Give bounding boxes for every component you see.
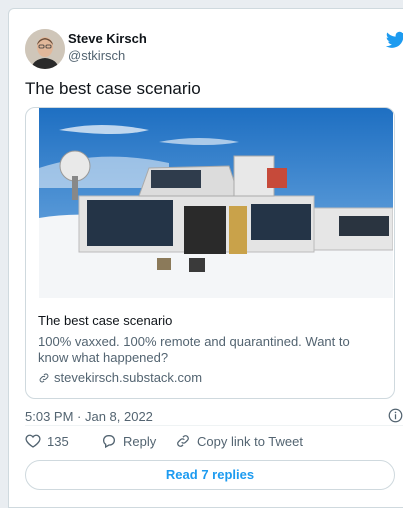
card-title: The best case scenario	[38, 313, 173, 328]
twitter-bird-icon[interactable]	[386, 31, 403, 49]
info-icon[interactable]	[388, 408, 403, 423]
card-description: 100% vaxxed. 100% remote and quarantined…	[38, 334, 350, 365]
tweet-text: The best case scenario	[25, 79, 201, 98]
divider	[25, 425, 403, 426]
copy-link-button[interactable]: Copy link to Tweet	[175, 433, 303, 449]
avatar[interactable]	[25, 29, 65, 69]
card-domain[interactable]: stevekirsch.substack.com	[54, 370, 202, 385]
link-card[interactable]: The best case scenario 100% vaxxed. 100%…	[25, 107, 395, 399]
read-replies-button[interactable]: Read 7 replies	[25, 460, 395, 490]
avatar-photo	[25, 29, 65, 69]
copy-link-icon	[177, 435, 189, 447]
card-image	[39, 108, 393, 298]
action-bar: 135 Reply Copy link to Tweet	[25, 433, 385, 455]
reply-icon	[103, 435, 115, 449]
copy-link-label: Copy link to Tweet	[197, 433, 303, 449]
heart-icon	[25, 434, 41, 448]
card-domain-row[interactable]: stevekirsch.substack.com	[38, 370, 382, 385]
reply-button[interactable]: Reply	[101, 433, 156, 449]
tweet-embed: Steve Kirsch @stkirsch The best case sce…	[8, 8, 403, 508]
reply-label: Reply	[123, 433, 157, 449]
author-name[interactable]: Steve Kirsch	[68, 31, 147, 46]
author-handle[interactable]: @stkirsch	[68, 48, 125, 63]
like-count: 135	[47, 433, 69, 449]
link-icon	[39, 373, 49, 382]
like-button[interactable]: 135	[25, 433, 69, 449]
tweet-timestamp[interactable]: 5:03 PM · Jan 8, 2022	[25, 409, 153, 424]
